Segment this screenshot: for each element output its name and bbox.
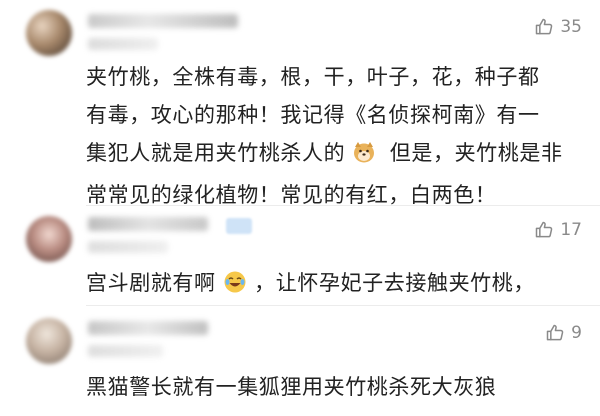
- avatar[interactable]: [26, 318, 72, 364]
- thumbs-up-icon: [545, 323, 565, 343]
- comment-meta-redacted: [88, 241, 168, 253]
- comment-line: 有毒，攻心的那种！我记得《名侦探柯南》有一: [86, 103, 540, 127]
- comment-item: 17 宫斗剧就有啊 ，让怀孕妃子去接触夹竹桃，: [0, 205, 600, 305]
- comment-item: 35 夹竹桃，全株有毒，根，干，叶子，花，种子都 有毒，攻心的那种！我记得《名侦…: [0, 0, 600, 207]
- like-count: 35: [560, 17, 582, 37]
- comment-text: 夹竹桃，全株有毒，根，干，叶子，花，种子都 有毒，攻心的那种！我记得《名侦探柯南…: [86, 58, 586, 214]
- comment-line: 夹竹桃，全株有毒，根，干，叶子，花，种子都: [86, 65, 540, 89]
- comment-meta-redacted: [88, 345, 163, 357]
- doge-emoji-icon: [352, 138, 376, 176]
- comment-text: 黑猫警长就有一集狐狸用夹竹桃杀死大灰狼: [86, 368, 586, 406]
- thumbs-up-icon: [534, 220, 554, 240]
- member-badge-icon: [226, 218, 252, 234]
- comment-line: 集犯人就是用夹竹桃杀人的 但是，夹竹桃是非: [86, 134, 586, 176]
- comment-line: 宫斗剧就有啊 ，让怀孕妃子去接触夹竹桃，: [86, 264, 586, 306]
- like-button[interactable]: 35: [534, 16, 582, 38]
- comment-item: 9 黑猫警长就有一集狐狸用夹竹桃杀死大灰狼: [0, 305, 600, 416]
- like-button[interactable]: 17: [534, 219, 582, 241]
- like-button[interactable]: 9: [545, 322, 582, 344]
- avatar[interactable]: [26, 216, 72, 262]
- comment-meta-redacted: [88, 38, 158, 50]
- like-count: 17: [560, 220, 582, 240]
- comment-line: 黑猫警长就有一集狐狸用夹竹桃杀死大灰狼: [86, 375, 497, 399]
- comment-line-part: 宫斗剧就有啊: [86, 271, 216, 295]
- comment-line-part: ，让怀孕妃子去接触夹竹桃，: [254, 271, 535, 295]
- like-count: 9: [571, 323, 582, 343]
- comment-line-part: 集犯人就是用夹竹桃杀人的: [86, 141, 346, 165]
- thumbs-up-icon: [534, 17, 554, 37]
- avatar[interactable]: [26, 10, 72, 56]
- username-redacted[interactable]: [88, 321, 208, 335]
- username-redacted[interactable]: [88, 217, 208, 231]
- comment-line-part: 但是，夹竹桃是非: [389, 141, 563, 165]
- laughing-crying-emoji-icon: [223, 268, 247, 306]
- comment-text: 宫斗剧就有啊 ，让怀孕妃子去接触夹竹桃，: [86, 264, 586, 306]
- username-redacted[interactable]: [88, 14, 238, 28]
